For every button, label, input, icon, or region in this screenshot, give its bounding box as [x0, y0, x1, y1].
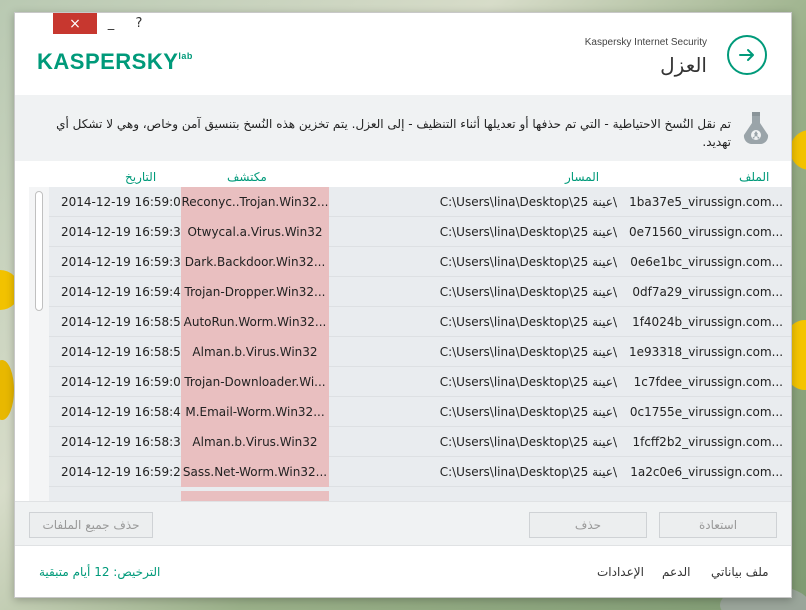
row-file: 0c1755e_virussign.com...	[629, 405, 783, 419]
row-detected: Trojan-Downloader.Wi...	[181, 367, 329, 397]
row-date: 2014-12-19 16:59:34	[61, 255, 181, 269]
row-detected: Sass.Net-Worm.Win32...	[181, 457, 329, 487]
row-path: C:\Users\lina\Desktop\عينة 25\	[439, 225, 617, 239]
quarantine-window: × _ ? KASPERSKYlab Kaspersky Internet Se…	[14, 12, 792, 598]
row-file: 1c7fdee_virussign.com...	[633, 375, 783, 389]
background-flower	[0, 360, 14, 420]
row-date: 2014-12-19 16:58:58	[61, 345, 181, 359]
table-header: التاريخ مكتشف المسار الملف	[15, 167, 791, 187]
row-date: 2014-12-19 16:59:29	[61, 465, 181, 479]
row-date: 2014-12-19 16:59:05	[61, 195, 181, 209]
row-date: 2014-12-19 16:59:42	[61, 285, 181, 299]
restore-button[interactable]: استعادة	[659, 512, 777, 538]
row-path: C:\Users\lina\Desktop\عينة 25\	[439, 375, 617, 389]
row-detected: AutoRun.Worm.Win32...	[181, 307, 329, 337]
minimize-button[interactable]: _	[97, 13, 125, 34]
row-file: 1a2c0e6_virussign.com...	[630, 465, 783, 479]
back-button[interactable]	[727, 35, 767, 75]
table-row[interactable]: 2014-12-19 16:59:29 Sass.Net-Worm.Win32.…	[49, 457, 791, 487]
partial-row	[181, 491, 329, 501]
settings-link[interactable]: الإعدادات	[597, 565, 644, 579]
row-file: 1e93318_virussign.com...	[629, 345, 784, 359]
logo-suffix: lab	[178, 51, 193, 61]
table-row[interactable]: 2014-12-19 16:58:49 M.Email-Worm.Win32..…	[49, 397, 791, 427]
kaspersky-logo: KASPERSKYlab	[37, 49, 193, 75]
row-date: 2014-12-19 16:58:49	[61, 405, 181, 419]
help-button[interactable]: ?	[125, 13, 153, 34]
column-path[interactable]: المسار	[565, 170, 599, 184]
action-bar: حذف جميع الملفات حذف استعادة	[15, 501, 791, 545]
row-file: 1fcff2b2_virussign.com...	[632, 435, 783, 449]
row-detected: Reconyc..Trojan.Win32...	[181, 187, 329, 217]
row-path: C:\Users\lina\Desktop\عينة 25\	[439, 405, 617, 419]
license-info: الترخيص: 12 أيام متبقية	[39, 565, 160, 579]
my-profile-link[interactable]: ملف بياناتي	[711, 565, 769, 579]
row-file: 0e71560_virussign.com...	[629, 225, 784, 239]
row-detected: Dark.Backdoor.Win32...	[181, 247, 329, 277]
row-path: C:\Users\lina\Desktop\عينة 25\	[439, 435, 617, 449]
license-label: الترخيص:	[113, 565, 161, 579]
table-row[interactable]: 2014-12-19 16:59:05 Reconyc..Trojan.Win3…	[49, 187, 791, 217]
table-row[interactable]: 2014-12-19 16:59:34 Dark.Backdoor.Win32.…	[49, 247, 791, 277]
column-file[interactable]: الملف	[739, 170, 769, 184]
product-name: Kaspersky Internet Security	[584, 37, 707, 48]
row-path: C:\Users\lina\Desktop\عينة 25\	[439, 345, 617, 359]
column-detected[interactable]: مكتشف	[227, 170, 267, 184]
row-file: 0df7a29_virussign.com...	[632, 285, 783, 299]
row-date: 2014-12-19 16:58:54	[61, 315, 181, 329]
row-date: 2014-12-19 16:59:32	[61, 225, 181, 239]
scrollbar[interactable]	[29, 187, 49, 501]
row-detected: Alman.b.Virus.Win32	[181, 427, 329, 457]
footer: الترخيص: 12 أيام متبقية الإعدادات الدعم …	[15, 545, 791, 597]
row-detected: Trojan-Dropper.Win32...	[181, 277, 329, 307]
row-detected: Otwycal.a.Virus.Win32	[181, 217, 329, 247]
license-value[interactable]: 12 أيام متبقية	[39, 565, 109, 579]
row-file: 1ba37e5_virussign.com...	[629, 195, 783, 209]
table-row[interactable]: 2014-12-19 16:59:04 Trojan-Downloader.Wi…	[49, 367, 791, 397]
delete-button[interactable]: حذف	[529, 512, 647, 538]
row-date: 2014-12-19 16:58:36	[61, 435, 181, 449]
background-flower	[790, 130, 806, 170]
scrollbar-thumb[interactable]	[35, 191, 43, 311]
info-banner: تم نقل النُسخ الاحتياطية - التي تم حذفها…	[15, 95, 791, 161]
row-path: C:\Users\lina\Desktop\عينة 25\	[439, 315, 617, 329]
table-row[interactable]: 2014-12-19 16:59:32 Otwycal.a.Virus.Win3…	[49, 217, 791, 247]
row-path: C:\Users\lina\Desktop\عينة 25\	[439, 285, 617, 299]
row-file: 1f4024b_virussign.com...	[632, 315, 783, 329]
row-date: 2014-12-19 16:59:04	[61, 375, 181, 389]
row-file: 0e6e1bc_virussign.com...	[630, 255, 783, 269]
row-path: C:\Users\lina\Desktop\عينة 25\	[439, 465, 617, 479]
table-row[interactable]: 2014-12-19 16:58:36 Alman.b.Virus.Win32 …	[49, 427, 791, 457]
delete-all-button[interactable]: حذف جميع الملفات	[29, 512, 153, 538]
page-title: العزل	[660, 53, 707, 77]
logo-text: KASPERSKY	[37, 49, 179, 74]
column-date[interactable]: التاريخ	[125, 170, 156, 184]
row-path: C:\Users\lina\Desktop\عينة 25\	[439, 255, 617, 269]
support-link[interactable]: الدعم	[662, 565, 690, 579]
close-button[interactable]: ×	[53, 13, 97, 34]
table-row[interactable]: 2014-12-19 16:59:42 Trojan-Dropper.Win32…	[49, 277, 791, 307]
row-detected: Alman.b.Virus.Win32	[181, 337, 329, 367]
quarantine-table: 2014-12-19 16:59:05 Reconyc..Trojan.Win3…	[29, 187, 791, 501]
flask-icon	[743, 112, 769, 144]
table-row[interactable]: 2014-12-19 16:58:58 Alman.b.Virus.Win32 …	[49, 337, 791, 367]
arrow-right-icon	[739, 49, 754, 61]
row-path: C:\Users\lina\Desktop\عينة 25\	[439, 195, 617, 209]
info-text: تم نقل النُسخ الاحتياطية - التي تم حذفها…	[56, 117, 731, 149]
table-row[interactable]: 2014-12-19 16:58:54 AutoRun.Worm.Win32..…	[49, 307, 791, 337]
row-detected: M.Email-Worm.Win32...	[181, 397, 329, 427]
